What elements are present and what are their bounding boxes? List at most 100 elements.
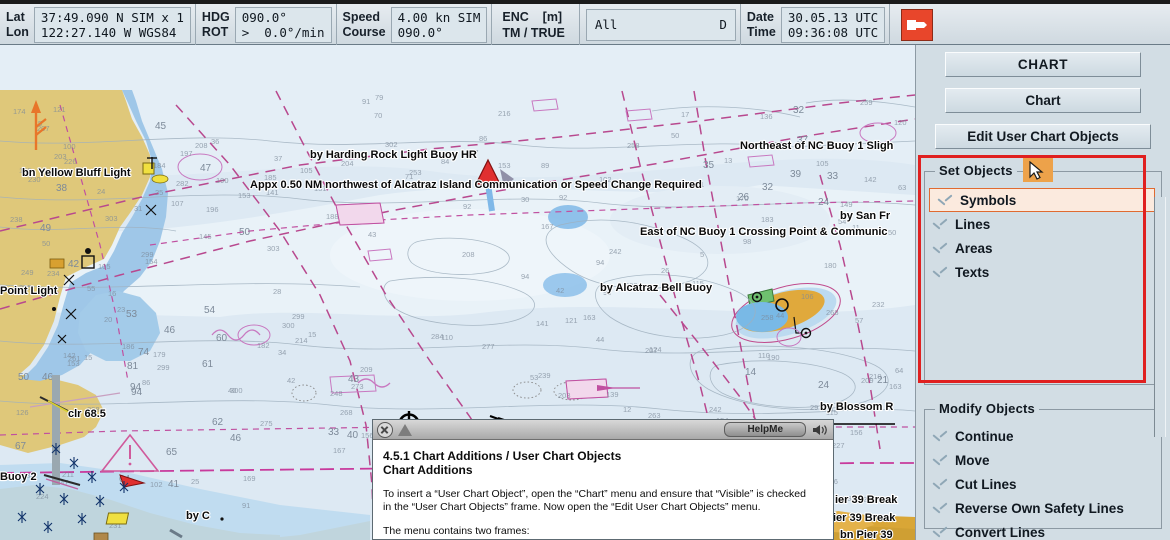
chart-button[interactable]: Chart <box>945 88 1141 113</box>
depth-sounding: 41 <box>168 479 180 490</box>
depth-sounding-decor: 20 <box>104 315 112 324</box>
modify-object-item-move[interactable]: Move <box>925 448 1161 472</box>
triangle-up-icon[interactable] <box>398 424 412 436</box>
chart-label: by Blossom R <box>820 401 893 413</box>
depth-sounding: 53 <box>126 309 138 320</box>
checkmark-icon <box>933 455 948 465</box>
depth-sounding: 47 <box>200 163 212 174</box>
time-label: Time <box>747 25 776 40</box>
depth-sounding-decor: 273 <box>351 382 364 391</box>
depth-sounding-decor: 50 <box>888 228 896 237</box>
depth-sounding: 62 <box>212 417 224 428</box>
speaker-icon[interactable] <box>812 423 829 437</box>
depth-sounding-decor: 156 <box>850 428 863 437</box>
pointing-hand-icon[interactable] <box>901 9 933 41</box>
modify-object-label-reverse: Reverse Own Safety Lines <box>955 501 1124 516</box>
chart-label: ier 39 Break <box>833 512 896 524</box>
modify-objects-title: Modify Objects <box>935 401 1039 416</box>
close-icon[interactable] <box>377 422 393 438</box>
depth-sounding-decor: 136 <box>760 112 773 121</box>
modify-object-item-reverse-own-safety-lines[interactable]: Reverse Own Safety Lines <box>925 496 1161 520</box>
set-object-item-texts[interactable]: Texts <box>925 260 1161 284</box>
set-object-item-symbols[interactable]: Symbols <box>929 188 1155 212</box>
depth-sounding: 35 <box>703 160 715 171</box>
depth-sounding-decor: 5 <box>700 250 704 259</box>
depth-sounding: 33 <box>827 171 839 182</box>
depth-sounding-decor: 190 <box>767 353 780 362</box>
edit-user-chart-objects-button[interactable]: Edit User Chart Objects <box>935 124 1151 149</box>
depth-sounding-decor: 268 <box>826 308 839 317</box>
depth-sounding-decor: 300 <box>230 386 243 395</box>
help-paragraph1-line1: To insert a “User Chart Object”, open th… <box>383 488 823 501</box>
depth-sounding-decor: 110 <box>441 333 453 342</box>
display-mode-field[interactable]: All D <box>586 9 736 41</box>
position-values[interactable]: 37:49.090 N SIM x 1 122:27.140 W WGS84 <box>34 7 191 43</box>
datetime-values: 30.05.13 UTC 09:36:08 UTC <box>781 7 885 43</box>
modify-object-item-continue[interactable]: Continue <box>925 424 1161 448</box>
depth-sounding-decor: 261 <box>68 354 81 363</box>
depth-sounding-decor: 92 <box>559 193 567 202</box>
depth-sounding-decor: 98 <box>743 237 751 246</box>
display-mode-indicator: D <box>719 17 727 32</box>
set-objects-title: Set Objects <box>935 163 1017 178</box>
modify-object-label-move: Move <box>955 453 990 468</box>
modify-object-item-cut-lines[interactable]: Cut Lines <box>925 472 1161 496</box>
depth-sounding-decor: 102 <box>150 480 163 489</box>
enc-units: ENC [m] <box>502 9 565 25</box>
depth-sounding-decor: 188 <box>326 212 339 221</box>
depth-sounding-decor: 23 <box>117 305 125 314</box>
depth-sounding-decor: 31 <box>134 204 142 213</box>
set-object-item-lines[interactable]: Lines <box>925 212 1161 236</box>
depth-sounding-decor: 100 <box>63 142 76 151</box>
enc-labels: ENC [m] TM / TRUE <box>498 9 575 41</box>
enc-group: ENC [m] TM / TRUE <box>492 4 580 45</box>
depth-sounding: 50 <box>239 227 251 238</box>
chart-label: bn Pier 39 <box>840 529 893 540</box>
depth-sounding-decor: 179 <box>153 350 166 359</box>
date-label: Date <box>747 10 776 25</box>
depth-sounding-decor: 208 <box>462 250 475 259</box>
set-object-item-areas[interactable]: Areas <box>925 236 1161 260</box>
depth-sounding-decor: 190 <box>216 176 229 185</box>
depth-sounding-decor: 208 <box>195 141 208 150</box>
depth-sounding-decor: 106 <box>801 292 814 301</box>
depth-sounding: 14 <box>745 367 757 378</box>
depth-sounding-decor: 28 <box>273 287 281 296</box>
depth-sounding-decor: 209 <box>360 365 373 374</box>
chart-label: clr 68.5 <box>68 408 106 420</box>
depth-sounding-decor: 50 <box>42 239 50 248</box>
depth-sounding-decor: 105 <box>98 262 111 271</box>
depth-sounding-decor: 282 <box>176 179 189 188</box>
depth-sounding-decor: 141 <box>536 319 549 328</box>
depth-sounding-decor: 186 <box>122 342 135 351</box>
depth-sounding: 65 <box>166 447 178 458</box>
sidebar-scrollbar[interactable] <box>1154 197 1166 437</box>
depth-sounding-decor: 79 <box>375 93 383 102</box>
depth-sounding-decor: 139 <box>606 390 619 399</box>
depth-sounding-decor: 259 <box>860 98 873 107</box>
depth-sounding-decor: 154 <box>145 257 158 266</box>
position-group: Lat Lon 37:49.090 N SIM x 1 122:27.140 W… <box>0 4 196 45</box>
chart-label: by San Fr <box>840 210 891 222</box>
modify-object-item-convert-lines[interactable]: Convert Lines <box>925 520 1161 540</box>
depth-sounding-decor: 64 <box>895 366 903 375</box>
rot-label: ROT <box>202 25 230 40</box>
title-strip <box>0 0 1170 4</box>
right-sidebar: CHART Chart Edit User Chart Objects Set … <box>915 45 1170 540</box>
depth-sounding: 39 <box>790 169 802 180</box>
depth-sounding-decor: 303 <box>105 214 118 223</box>
depth-sounding-decor: 180 <box>824 261 837 270</box>
depth-sounding-decor: 24 <box>97 187 105 196</box>
depth-sounding-decor: 36 <box>211 137 219 146</box>
speed-values[interactable]: 4.00 kn SIM 090.0° <box>391 7 488 43</box>
helpme-button[interactable]: HelpMe <box>724 422 806 437</box>
enc-mode: TM / TRUE <box>502 25 565 41</box>
time-value: 09:36:08 UTC <box>788 25 878 40</box>
help-window[interactable]: HelpMe 4.5.1 Chart Additions / User Char… <box>372 419 834 540</box>
depth-sounding: 60 <box>216 333 228 344</box>
depth-sounding: 24 <box>818 380 830 391</box>
heading-values[interactable]: 090.0° > 0.0°/min <box>235 7 332 43</box>
modify-object-label-convert-lines: Convert Lines <box>955 525 1045 540</box>
chart-menu-title-button[interactable]: CHART <box>945 52 1141 77</box>
depth-sounding: 32 <box>793 105 805 116</box>
